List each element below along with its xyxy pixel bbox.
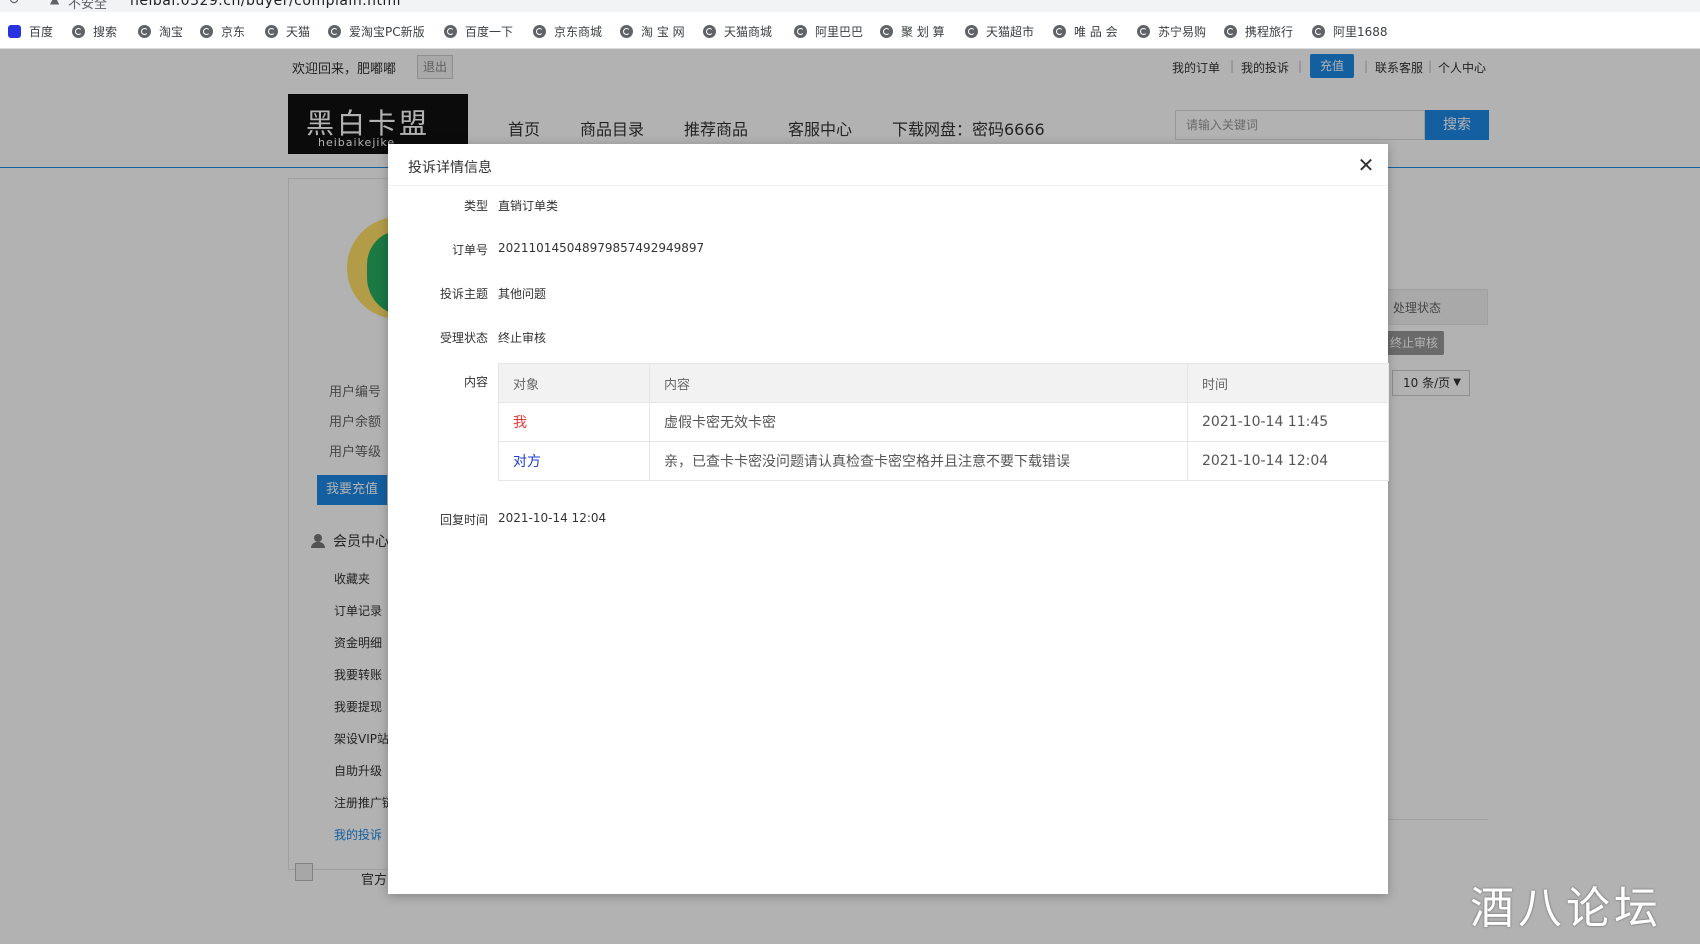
bookmark-ctrip[interactable]: 携程旅行 (1224, 22, 1293, 40)
complaint-detail-dialog: 投诉详情信息 ✕ 类型 直销订单类 订单号 202110145048979857… (388, 144, 1389, 894)
bookmark-search[interactable]: 搜索 (72, 22, 117, 40)
globe-icon (965, 24, 978, 38)
bookmark-juhuasuan[interactable]: 聚 划 算 (880, 22, 945, 40)
globe-icon (620, 24, 633, 38)
time-cell: 2021-10-14 12:04 (1187, 441, 1389, 481)
bookmark-baidu-yixia[interactable]: 百度一下 (444, 22, 513, 40)
type-value: 直销订单类 (498, 199, 559, 213)
globe-icon (444, 24, 457, 38)
bookmark-tmall[interactable]: 天猫 (265, 22, 310, 40)
order-number-label: 订单号 (451, 243, 488, 257)
bookmark-vip[interactable]: 唯 品 会 (1053, 22, 1118, 40)
browser-address-bar[interactable]: ↻ ▲ 不安全 heibai.0329.cn/buyer/complain.ht… (0, 0, 1700, 12)
bookmark-aitaobao[interactable]: 爱淘宝PC新版 (328, 22, 425, 40)
bookmark-alibaba[interactable]: 阿里巴巴 (794, 22, 863, 40)
globe-icon (794, 24, 807, 38)
warning-icon[interactable]: ▲ (50, 0, 59, 6)
baidu-paw-icon (8, 24, 21, 38)
reply-time-label: 回复时间 (439, 513, 488, 527)
reply-time-value: 2021-10-14 12:04 (498, 511, 607, 525)
globe-icon (72, 24, 85, 38)
column-header-content: 内容 (649, 363, 1188, 403)
forum-watermark: 酒八论坛 (1470, 883, 1662, 934)
globe-icon (880, 24, 893, 38)
column-header-time: 时间 (1187, 363, 1389, 403)
content-label: 内容 (463, 375, 488, 389)
globe-icon (265, 24, 278, 38)
order-number-value: 20211014504897985749294989​7 (498, 241, 705, 255)
sender-cell: 我 (498, 402, 650, 442)
bookmark-suning[interactable]: 苏宁易购 (1137, 22, 1206, 40)
status-label: 受理状态 (439, 331, 488, 345)
globe-icon (533, 24, 546, 38)
bookmark-1688[interactable]: 阿里1688 (1312, 22, 1388, 40)
bookmark-jd[interactable]: 京东 (200, 22, 245, 40)
sender-cell: 对方 (498, 441, 650, 481)
time-cell: 2021-10-14 11:45 (1187, 402, 1389, 442)
globe-icon (1137, 24, 1150, 38)
globe-icon (1053, 24, 1066, 38)
bookmark-tmall-mall[interactable]: 天猫商城 (703, 22, 772, 40)
reload-icon[interactable]: ↻ (8, 0, 20, 8)
close-icon[interactable]: ✕ (1354, 153, 1378, 177)
table-row: 我 虚假卡密无效卡密 2021-10-14 11:45 (498, 402, 1389, 442)
table-header-row: 对象 内容 时间 (498, 363, 1389, 403)
message-cell: 亲，已查卡卡密没问题请认真检查卡密空格并且注意不要下载错误 (649, 441, 1188, 481)
bookmarks-bar: 百度 搜索 淘宝 京东 天猫 爱淘宝PC新版 百度一下 京东商城 淘 宝 网 天… (0, 12, 1700, 49)
security-label: 不安全 (68, 0, 108, 12)
bookmark-taobao-net[interactable]: 淘 宝 网 (620, 22, 685, 40)
bookmark-jd-mall[interactable]: 京东商城 (533, 22, 602, 40)
dialog-header: 投诉详情信息 ✕ (388, 144, 1388, 186)
type-label: 类型 (463, 199, 488, 213)
column-header-sender: 对象 (498, 363, 650, 403)
bookmark-tmall-supermarket[interactable]: 天猫超市 (965, 22, 1034, 40)
globe-icon (703, 24, 716, 38)
globe-icon (328, 24, 341, 38)
globe-icon (1224, 24, 1237, 38)
globe-icon (200, 24, 213, 38)
table-row: 对方 亲，已查卡卡密没问题请认真检查卡密空格并且注意不要下载错误 2021-10… (498, 441, 1389, 481)
subject-value: 其他问题 (498, 287, 547, 301)
bookmark-baidu[interactable]: 百度 (8, 22, 53, 40)
conversation-table: 对象 内容 时间 我 虚假卡密无效卡密 2021-10-14 11:45 对方 … (498, 363, 1389, 481)
globe-icon (138, 24, 151, 38)
bookmark-taobao[interactable]: 淘宝 (138, 22, 183, 40)
status-value: 终止审核 (498, 331, 547, 345)
url-text[interactable]: heibai.0329.cn/buyer/complain.html (130, 0, 401, 9)
subject-label: 投诉主题 (439, 287, 488, 301)
globe-icon (1312, 24, 1325, 38)
message-cell: 虚假卡密无效卡密 (649, 402, 1188, 442)
dialog-title: 投诉详情信息 (408, 160, 492, 176)
